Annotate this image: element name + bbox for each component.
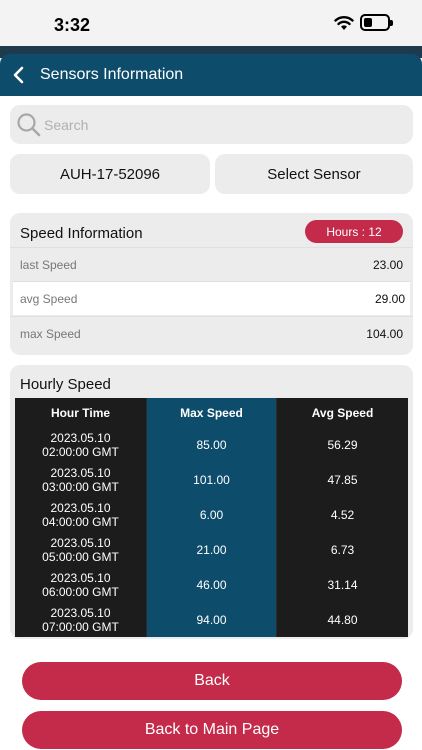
avg-speed-column: Avg Speed 56.29 47.85 4.52 6.73 31.14 44… [277, 398, 408, 637]
hourly-speed-title: Hourly Speed [20, 376, 111, 393]
hour-time-column: Hour Time 2023.05.10 02:00:00 GMT 2023.0… [15, 398, 146, 637]
avg-speed-label: avg Speed [20, 292, 78, 306]
table-cell-time: 2023.05.10 03:00:00 GMT [42, 465, 119, 494]
speed-information-title: Speed Information [20, 225, 143, 242]
table-cell-max: 94.00 [196, 612, 227, 627]
page-title: Sensors Information [40, 66, 184, 83]
back-to-main-page-button[interactable]: Back to Main Page [22, 711, 402, 749]
table-cell-time: 2023.05.10 04:00:00 GMT [42, 500, 119, 529]
sensor-select-button[interactable]: Select Sensor [215, 154, 413, 194]
search-input[interactable] [44, 105, 404, 144]
table-cell-avg: 44.80 [327, 612, 358, 627]
table-cell-time: 2023.05.10 06:00:00 GMT [42, 570, 119, 599]
status-time: 3:32 [54, 15, 91, 35]
table-cell-avg: 47.85 [327, 472, 358, 487]
table-cell-max: 6.00 [199, 507, 224, 522]
table-cell-avg: 56.29 [327, 437, 358, 452]
status-bar: 3:32 [0, 0, 422, 46]
last-speed-label: last Speed [20, 258, 77, 272]
table-cell-time: 2023.05.10 05:00:00 GMT [42, 535, 119, 564]
max-speed-label: max Speed [20, 327, 81, 341]
search-box[interactable] [10, 105, 413, 144]
chevron-left-icon[interactable] [12, 66, 26, 84]
wifi-icon [334, 16, 354, 30]
hourly-speed-table: Hour Time 2023.05.10 02:00:00 GMT 2023.0… [15, 398, 408, 637]
hourly-speed-card: Hourly Speed Hour Time 2023.05.10 02:00:… [10, 365, 413, 639]
table-cell-avg: 6.73 [330, 542, 355, 557]
max-speed-value: 104.00 [366, 327, 403, 341]
last-speed-value: 23.00 [372, 258, 403, 272]
back-button[interactable]: Back [22, 662, 402, 700]
hours-badge[interactable]: Hours : 12 [305, 220, 403, 243]
table-cell-max: 101.00 [193, 472, 230, 487]
table-cell-time: 2023.05.10 02:00:00 GMT [42, 430, 119, 459]
table-cell-max: 21.00 [196, 542, 227, 557]
nav-header: Sensors Information [0, 54, 422, 96]
max-speed-column: Max Speed 85.00 101.00 6.00 21.00 46.00 … [146, 398, 277, 637]
avg-speed-header: Avg Speed [311, 405, 374, 420]
table-cell-max: 46.00 [196, 577, 227, 592]
table-cell-avg: 31.14 [327, 577, 358, 592]
search-icon [17, 113, 41, 137]
avg-speed-value: 29.00 [374, 292, 405, 306]
hour-time-header: Hour Time [50, 405, 111, 420]
avg-speed-row: avg Speed 29.00 [13, 281, 410, 315]
last-speed-row: last Speed 23.00 [10, 247, 413, 281]
max-speed-row: max Speed 104.00 [10, 316, 413, 350]
battery-icon [360, 14, 393, 31]
vehicle-select-button[interactable]: AUH-17-52096 [10, 154, 210, 194]
table-cell-max: 85.00 [196, 437, 227, 452]
max-speed-header: Max Speed [180, 405, 243, 420]
table-cell-avg: 4.52 [330, 507, 355, 522]
table-cell-time: 2023.05.10 07:00:00 GMT [42, 605, 119, 634]
